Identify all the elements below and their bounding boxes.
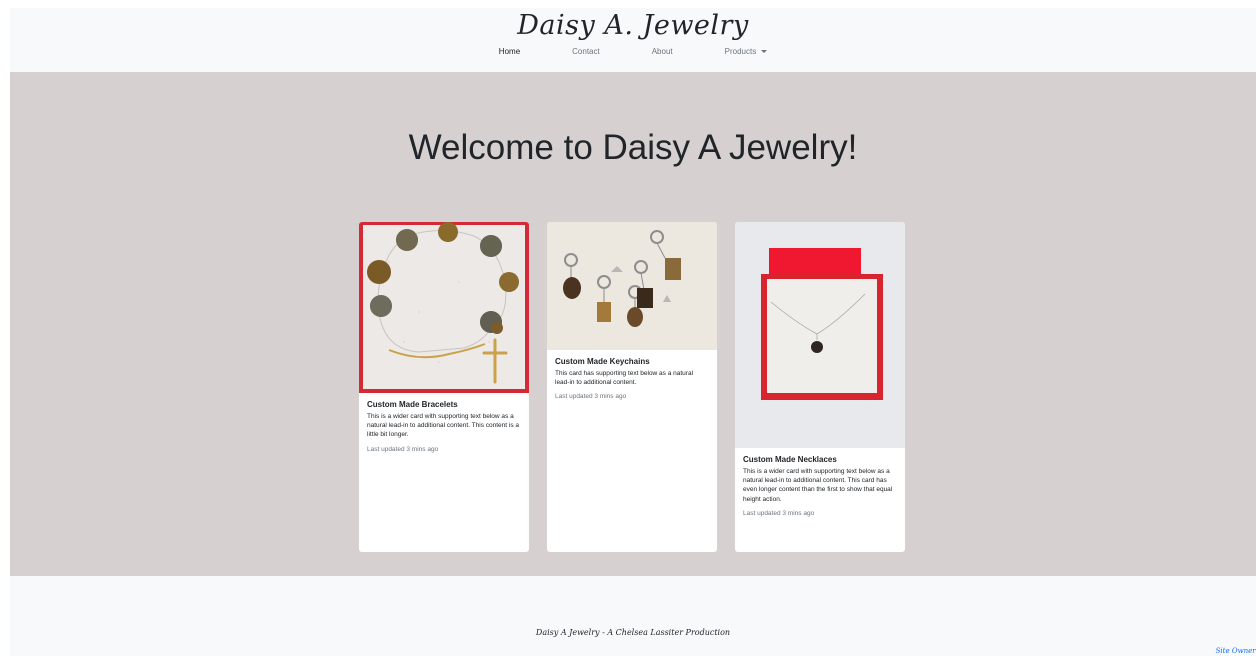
card-updated: Last updated 3 mins ago — [555, 393, 627, 401]
nav-products-label: Products — [724, 47, 757, 56]
necklace-image — [735, 222, 905, 448]
page-frame: Daisy A. Jewelry Home Contact About Prod… — [10, 8, 1256, 656]
bracelet-image — [359, 222, 529, 393]
nav-products-dropdown[interactable]: Products — [699, 47, 794, 56]
nav-menu: Home Contact About Products — [10, 47, 1256, 56]
card-necklaces: Custom Made Necklaces This is a wider ca… — [735, 222, 905, 552]
card-text: This card has supporting text below as a… — [555, 370, 694, 387]
nav-contact[interactable]: Contact — [546, 47, 626, 56]
card-updated: Last updated 3 mins ago — [743, 509, 815, 517]
nav-home[interactable]: Home — [473, 47, 546, 56]
card-group: Custom Made Bracelets This is a wider ca… — [359, 222, 905, 552]
card-bracelets: Custom Made Bracelets This is a wider ca… — [359, 222, 529, 552]
footer: Daisy A Jewelry - A Chelsea Lassiter Pro… — [10, 576, 1256, 656]
card-updated: Last updated 3 mins ago — [367, 445, 439, 453]
card-keychains: Custom Made Keychains This card has supp… — [547, 222, 717, 552]
hero-title: Welcome to Daisy A Jewelry! — [408, 128, 858, 167]
card-title: Custom Made Keychains — [555, 357, 650, 366]
keychain-image — [547, 222, 717, 350]
nav-about[interactable]: About — [626, 47, 699, 56]
card-body: Custom Made Necklaces This is a wider ca… — [735, 448, 905, 524]
footer-credit: Daisy A Jewelry - A Chelsea Lassiter Pro… — [535, 628, 731, 637]
card-title: Custom Made Necklaces — [743, 455, 837, 464]
brand-logo[interactable]: Daisy A. Jewelry — [10, 8, 1256, 41]
card-text: This is a wider card with supporting tex… — [367, 413, 520, 439]
card-text: This is a wider card with supporting tex… — [743, 468, 893, 503]
caret-down-icon — [761, 50, 768, 53]
card-body: Custom Made Keychains This card has supp… — [547, 350, 717, 407]
card-body: Custom Made Bracelets This is a wider ca… — [359, 393, 529, 460]
site-owner-dashboard-link[interactable]: Site Owner Dashboard — [633, 647, 1256, 655]
card-title: Custom Made Bracelets — [367, 400, 458, 409]
navbar: Daisy A. Jewelry Home Contact About Prod… — [10, 8, 1256, 72]
hero-section: Welcome to Daisy A Jewelry! Custom Made … — [10, 72, 1256, 576]
